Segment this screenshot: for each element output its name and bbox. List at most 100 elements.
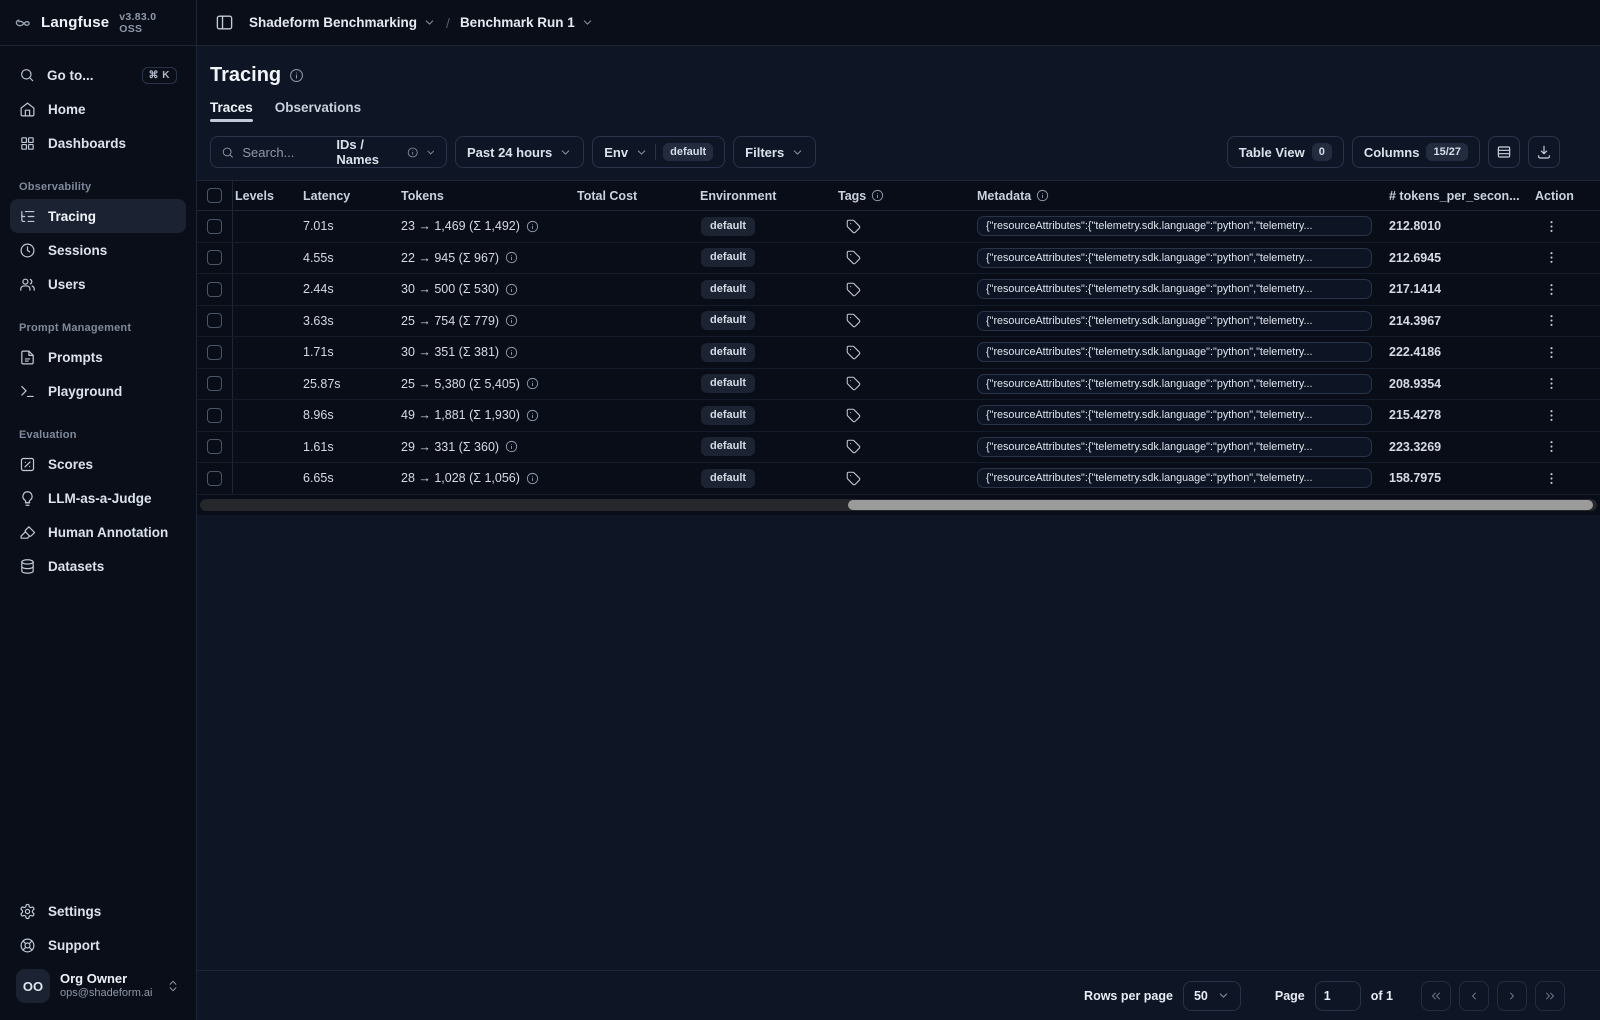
sidebar-item-home[interactable]: Home: [10, 92, 186, 126]
select-all-checkbox[interactable]: [207, 188, 222, 203]
sidebar-item-playground[interactable]: Playground: [10, 374, 186, 408]
row-actions-kebab-button[interactable]: [1544, 313, 1559, 328]
metadata-pill[interactable]: {"resourceAttributes":{"telemetry.sdk.la…: [977, 342, 1372, 363]
table-row[interactable]: 6.65s 28 → 1,028 (Σ 1,056) default {"res…: [197, 463, 1600, 495]
row-actions-kebab-button[interactable]: [1544, 408, 1559, 423]
sidebar-item-tracing[interactable]: Tracing: [10, 199, 186, 233]
brand-area: Langfuse v3.83.0 OSS: [0, 0, 197, 45]
search-mode-dropdown[interactable]: IDs / Names: [336, 137, 436, 167]
user-menu[interactable]: OO Org Owner ops@shadeform.ai: [10, 962, 186, 1010]
column-header-tokens-per-second[interactable]: # tokens_per_secon...: [1382, 181, 1530, 210]
row-checkbox[interactable]: [207, 376, 222, 392]
row-actions-kebab-button[interactable]: [1544, 376, 1559, 391]
tab-traces[interactable]: Traces: [210, 100, 253, 122]
environment-badge: default: [701, 468, 756, 488]
row-height-button[interactable]: [1488, 136, 1520, 168]
table-row[interactable]: 25.87s 25 → 5,380 (Σ 5,405) default {"re…: [197, 368, 1600, 400]
sidebar-item-scores[interactable]: Scores: [10, 447, 186, 481]
sidebar-item-datasets[interactable]: Datasets: [10, 549, 186, 583]
row-checkbox[interactable]: [207, 344, 222, 360]
column-header-total-cost[interactable]: Total Cost: [562, 181, 687, 210]
sidebar-toggle-button[interactable]: [209, 8, 239, 38]
table-row[interactable]: 3.63s 25 → 754 (Σ 779) default {"resourc…: [197, 305, 1600, 337]
metadata-pill[interactable]: {"resourceAttributes":{"telemetry.sdk.la…: [977, 247, 1372, 268]
last-page-button[interactable]: [1535, 980, 1565, 1011]
table-row[interactable]: 2.44s 30 → 500 (Σ 530) default {"resourc…: [197, 274, 1600, 306]
sidebar-item-llm-as-a-judge[interactable]: LLM-as-a-Judge: [10, 481, 186, 515]
cell-environment: default: [687, 243, 832, 274]
environment-dropdown[interactable]: Env default: [592, 136, 726, 168]
metadata-pill[interactable]: {"resourceAttributes":{"telemetry.sdk.la…: [977, 216, 1372, 237]
row-checkbox[interactable]: [207, 470, 222, 486]
export-button[interactable]: [1528, 136, 1560, 168]
column-header-environment[interactable]: Environment: [687, 181, 832, 210]
row-checkbox[interactable]: [207, 439, 222, 455]
cell-tags[interactable]: [832, 337, 972, 368]
sidebar-item-support[interactable]: Support: [10, 928, 186, 962]
sidebar-item-users[interactable]: Users: [10, 267, 186, 301]
row-actions-kebab-button[interactable]: [1544, 219, 1559, 234]
row-checkbox[interactable]: [207, 250, 222, 266]
table-row[interactable]: 7.01s 23 → 1,469 (Σ 1,492) default {"res…: [197, 211, 1600, 243]
cell-tags[interactable]: [832, 274, 972, 305]
breadcrumb-org[interactable]: Shadeform Benchmarking: [249, 15, 436, 30]
row-checkbox[interactable]: [207, 218, 222, 234]
metadata-pill[interactable]: {"resourceAttributes":{"telemetry.sdk.la…: [977, 436, 1372, 457]
table-row[interactable]: 8.96s 49 → 1,881 (Σ 1,930) default {"res…: [197, 400, 1600, 432]
row-actions-kebab-button[interactable]: [1544, 250, 1559, 265]
cell-total-cost: [562, 337, 687, 368]
column-header-metadata[interactable]: Metadata: [972, 181, 1382, 210]
row-actions-kebab-button[interactable]: [1544, 439, 1559, 454]
horizontal-scrollbar-thumb[interactable]: [848, 499, 1593, 510]
first-page-button[interactable]: [1421, 980, 1451, 1011]
column-header-levels[interactable]: Levels: [233, 181, 297, 210]
horizontal-scrollbar-track[interactable]: [200, 498, 1597, 511]
row-checkbox[interactable]: [207, 313, 222, 329]
info-icon: [526, 378, 539, 390]
cell-tags[interactable]: [832, 400, 972, 431]
cell-tags[interactable]: [832, 432, 972, 463]
metadata-pill[interactable]: {"resourceAttributes":{"telemetry.sdk.la…: [977, 279, 1372, 300]
column-header-action[interactable]: Action: [1530, 181, 1600, 210]
cell-tags[interactable]: [832, 211, 972, 242]
row-actions-kebab-button[interactable]: [1544, 471, 1559, 486]
column-header-tokens[interactable]: Tokens: [390, 181, 562, 210]
previous-page-button[interactable]: [1459, 980, 1489, 1011]
cell-tags[interactable]: [832, 369, 972, 400]
row-checkbox[interactable]: [207, 407, 222, 423]
columns-button[interactable]: Columns 15/27: [1351, 136, 1480, 168]
cell-levels: [233, 400, 297, 431]
rows-per-page-select[interactable]: 50: [1182, 980, 1241, 1011]
search-input[interactable]: [242, 144, 329, 160]
sidebar-item-sessions[interactable]: Sessions: [10, 233, 186, 267]
cell-tags[interactable]: [832, 243, 972, 274]
filters-dropdown[interactable]: Filters: [733, 136, 817, 168]
goto-search[interactable]: Go to... ⌘ K: [10, 58, 186, 92]
table-view-button[interactable]: Table View 0: [1226, 136, 1344, 168]
row-actions-kebab-button[interactable]: [1544, 345, 1559, 360]
tag-icon: [846, 282, 861, 297]
cell-tags[interactable]: [832, 463, 972, 494]
cell-tags[interactable]: [832, 306, 972, 337]
column-header-tags[interactable]: Tags: [832, 181, 972, 210]
metadata-pill[interactable]: {"resourceAttributes":{"telemetry.sdk.la…: [977, 468, 1372, 489]
table-row[interactable]: 1.61s 29 → 331 (Σ 360) default {"resourc…: [197, 431, 1600, 463]
column-header-latency[interactable]: Latency: [297, 181, 390, 210]
metadata-pill[interactable]: {"resourceAttributes":{"telemetry.sdk.la…: [977, 405, 1372, 426]
table-row[interactable]: 4.55s 22 → 945 (Σ 967) default {"resourc…: [197, 242, 1600, 274]
sidebar-item-human-annotation[interactable]: Human Annotation: [10, 515, 186, 549]
time-range-dropdown[interactable]: Past 24 hours: [455, 136, 585, 168]
row-checkbox[interactable]: [207, 281, 222, 297]
page-number-input[interactable]: [1314, 980, 1361, 1011]
breadcrumb-project[interactable]: Benchmark Run 1: [460, 15, 594, 30]
tab-observations[interactable]: Observations: [275, 100, 361, 122]
row-actions-kebab-button[interactable]: [1544, 282, 1559, 297]
sidebar-item-settings[interactable]: Settings: [10, 894, 186, 928]
table-row[interactable]: 1.71s 30 → 351 (Σ 381) default {"resourc…: [197, 337, 1600, 369]
sidebar-item-dashboards[interactable]: Dashboards: [10, 126, 186, 160]
metadata-pill[interactable]: {"resourceAttributes":{"telemetry.sdk.la…: [977, 373, 1372, 394]
next-page-button[interactable]: [1497, 980, 1527, 1011]
sidebar-item-prompts[interactable]: Prompts: [10, 340, 186, 374]
cell-levels: [233, 463, 297, 494]
metadata-pill[interactable]: {"resourceAttributes":{"telemetry.sdk.la…: [977, 310, 1372, 331]
